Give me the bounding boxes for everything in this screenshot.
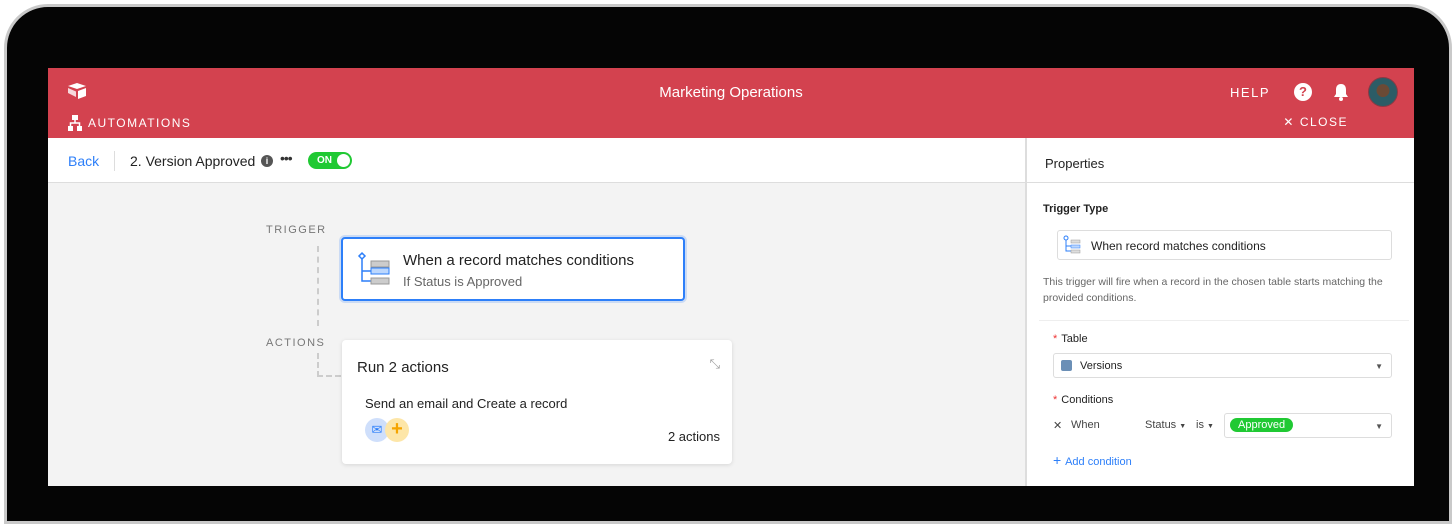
trigger-type-label: Trigger Type: [1043, 203, 1109, 215]
actions-count: 2 actions: [667, 429, 720, 444]
chevron-down-icon: ▼: [1375, 422, 1383, 431]
divider: [1039, 320, 1409, 321]
properties-panel: Properties Trigger Type When record matc…: [1025, 138, 1414, 486]
close-button[interactable]: ✕ CLOSE: [1283, 115, 1348, 129]
actions-description: Send an email and Create a record: [365, 396, 568, 411]
automations-label: AUTOMATIONS: [88, 116, 192, 130]
toggle-label: ON: [317, 155, 332, 166]
trigger-type-selector[interactable]: When record matches conditions: [1057, 230, 1392, 260]
close-label: CLOSE: [1299, 115, 1348, 129]
condition-when-label: When: [1071, 419, 1100, 431]
actions-title: Run 2 actions: [357, 359, 449, 376]
trigger-card[interactable]: When a record matches conditions If Stat…: [341, 237, 685, 301]
conditions-label: Conditions: [1061, 394, 1114, 406]
condition-operator-select[interactable]: is ▼: [1196, 419, 1214, 431]
connector-line: [317, 353, 341, 377]
condition-field: Status: [1145, 419, 1177, 431]
actions-section-label: ACTIONS: [266, 337, 326, 349]
plus-icon: +: [1053, 452, 1066, 468]
trigger-type-value: When record matches conditions: [1091, 239, 1266, 253]
condition-field-select[interactable]: Status ▼: [1145, 419, 1186, 431]
table-label: Table: [1061, 333, 1088, 345]
notifications-bell-icon[interactable]: [1332, 82, 1350, 102]
table-icon: [1061, 360, 1072, 371]
chevron-down-icon: ▼: [1375, 362, 1383, 371]
automation-toolbar: Back 2. Version Approved i ••• ON: [48, 138, 1025, 183]
add-condition-button[interactable]: + Add condition: [1053, 452, 1132, 468]
user-avatar[interactable]: [1368, 77, 1398, 107]
remove-condition-icon[interactable]: ✕: [1053, 419, 1062, 432]
app-header: AUTOMATIONS Marketing Operations HELP ? …: [48, 68, 1414, 138]
help-icon[interactable]: ?: [1294, 83, 1312, 101]
condition-value-select[interactable]: Approved ▼: [1224, 413, 1392, 438]
actions-card[interactable]: Run 2 actions ⤡ Send an email and Create…: [342, 340, 732, 464]
app-screen: AUTOMATIONS Marketing Operations HELP ? …: [48, 68, 1414, 486]
trigger-description: This trigger will fire when a record in …: [1043, 276, 1383, 304]
collapse-icon[interactable]: ⤡: [710, 356, 720, 372]
table-value: Versions: [1080, 360, 1123, 372]
approved-badge: Approved: [1230, 418, 1294, 432]
conditions-trigger-icon: [1063, 235, 1081, 254]
conditions-trigger-icon: [357, 251, 390, 285]
table-select[interactable]: Versions ▼: [1053, 353, 1392, 378]
connector-line: [317, 246, 319, 326]
base-title: Marketing Operations: [659, 84, 803, 101]
help-link[interactable]: HELP: [1230, 85, 1270, 100]
properties-title: Properties: [1027, 138, 1414, 183]
close-icon: ✕: [1283, 115, 1300, 129]
condition-operator: is: [1196, 419, 1204, 431]
workflow-name[interactable]: 2. Version Approved: [130, 153, 255, 169]
automations-icon: [68, 115, 82, 131]
trigger-section-label: TRIGGER: [266, 224, 327, 236]
trigger-title: When a record matches conditions: [403, 252, 634, 269]
automations-link[interactable]: AUTOMATIONS: [68, 115, 191, 131]
trigger-subtitle: If Status is Approved: [403, 274, 523, 289]
on-off-toggle[interactable]: ON: [308, 152, 352, 169]
back-button[interactable]: Back: [68, 153, 99, 169]
info-icon[interactable]: i: [261, 155, 273, 167]
divider: [114, 151, 115, 171]
add-condition-label: Add condition: [1065, 456, 1132, 468]
create-record-icon: +: [385, 418, 409, 442]
more-options-icon[interactable]: •••: [280, 150, 293, 166]
